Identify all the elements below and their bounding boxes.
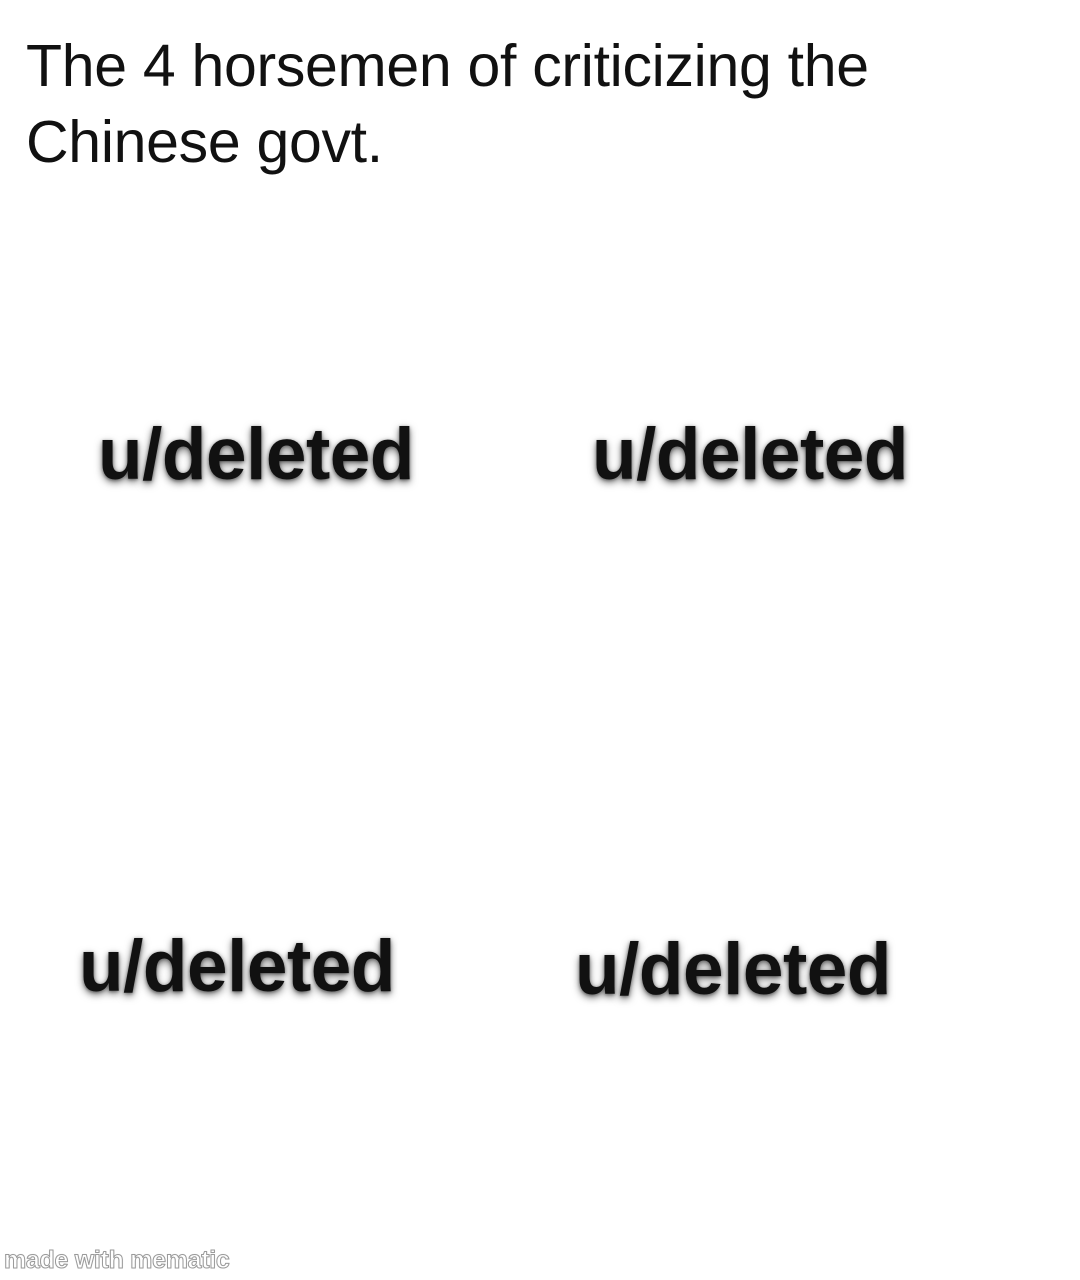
meme-caption: The 4 horsemen of criticizing the Chines…: [26, 28, 1046, 180]
horseman-label-bottom-right: u/deleted: [575, 929, 891, 1010]
horseman-label-bottom-left: u/deleted: [79, 926, 395, 1007]
caption-line-2: Chinese govt.: [26, 109, 383, 175]
horseman-label-top-left: u/deleted: [98, 414, 414, 495]
mematic-watermark: made with mematic: [4, 1246, 231, 1275]
caption-line-1: The 4 horsemen of criticizing the: [26, 33, 869, 99]
horseman-label-top-right: u/deleted: [592, 414, 908, 495]
